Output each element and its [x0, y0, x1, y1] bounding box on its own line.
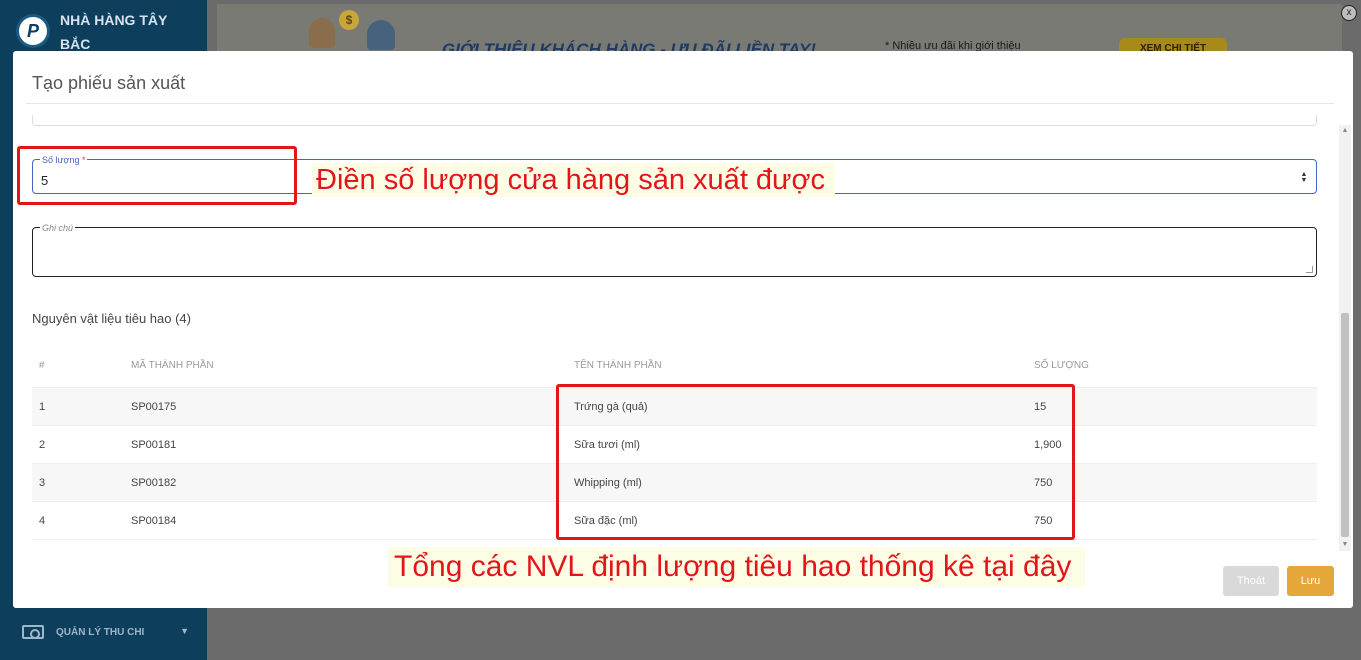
scroll-up-icon[interactable]: ▲	[1339, 125, 1351, 137]
modal-title: Tạo phiếu sản xuất	[32, 73, 186, 93]
chevron-down-icon: ▼	[180, 626, 189, 636]
row-code: SP00184	[131, 515, 177, 527]
column-header-name: TÊN THÀNH PHẦN	[574, 360, 662, 371]
exit-button[interactable]: Thoát	[1223, 566, 1279, 596]
brand-name: NHÀ HÀNG TÂY BẮC	[60, 8, 200, 56]
quantity-callout: Điền số lượng cửa hàng sản xuất được	[312, 163, 835, 197]
row-code: SP00181	[131, 439, 177, 451]
brand-logo-icon[interactable]: P	[16, 14, 50, 48]
materials-callout: Tổng các NVL định lượng tiêu hao thống k…	[388, 547, 1086, 587]
divider	[26, 103, 1334, 104]
quantity-highlight-box	[17, 146, 297, 205]
scroll-down-icon[interactable]: ▼	[1339, 539, 1351, 551]
promo-banner[interactable]: $ GIỚI THIỆU KHÁCH HÀNG - ƯU ĐÃI LIỀN TA…	[217, 4, 1342, 52]
row-index: 1	[39, 401, 46, 413]
person-illustration-icon	[367, 20, 395, 50]
table-header: # MÃ THÀNH PHẦN TÊN THÀNH PHẦN SỐ LƯỢNG	[32, 351, 1317, 387]
row-index: 2	[39, 439, 46, 451]
resize-handle-icon[interactable]	[1306, 266, 1313, 273]
sidebar-item-label: QUẢN LÝ THU CHI	[56, 626, 145, 638]
sidebar-item-finance[interactable]: QUẢN LÝ THU CHI ▼	[0, 612, 207, 652]
column-header-quantity: SỐ LƯỢNG	[1034, 360, 1089, 371]
row-index: 4	[39, 515, 46, 527]
scrollbar-thumb[interactable]	[1341, 313, 1349, 537]
promo-cta-button[interactable]: XEM CHI TIẾT	[1119, 38, 1227, 52]
column-header-index: #	[39, 360, 45, 371]
save-button[interactable]: Lưu	[1287, 566, 1334, 596]
previous-field[interactable]	[32, 115, 1317, 126]
brand-name-line1: NHÀ HÀNG TÂY	[60, 12, 168, 28]
dollar-coin-icon: $	[339, 10, 359, 30]
quantity-stepper-icon[interactable]: ▲ ▼	[1300, 171, 1308, 184]
column-header-code: MÃ THÀNH PHẦN	[131, 360, 214, 371]
note-textarea[interactable]: Ghi chú	[32, 223, 1317, 277]
row-code: SP00175	[131, 401, 177, 413]
wallet-icon	[22, 625, 44, 639]
note-label: Ghi chú	[40, 223, 76, 233]
row-code: SP00182	[131, 477, 177, 489]
materials-highlight-box	[556, 384, 1075, 540]
modal-scrollbar[interactable]: ▲ ▼	[1339, 125, 1351, 551]
row-index: 3	[39, 477, 46, 489]
close-icon[interactable]: x	[1341, 5, 1357, 21]
materials-heading: Nguyên vật liệu tiêu hao (4)	[32, 311, 191, 326]
person-illustration-icon	[309, 18, 335, 48]
